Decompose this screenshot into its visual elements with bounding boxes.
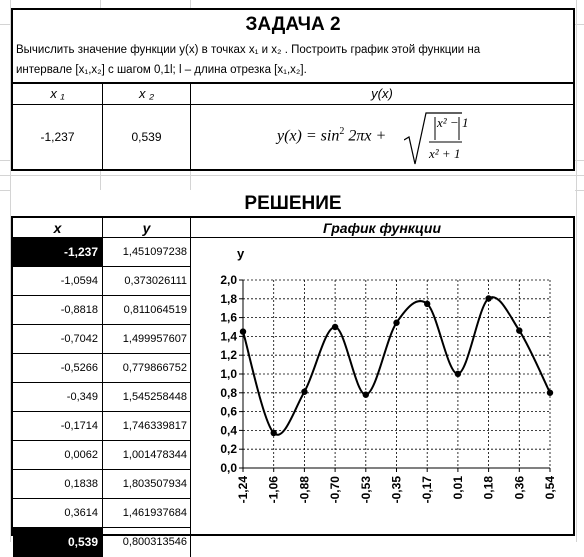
y-value-cell[interactable]: 1,001478344 — [103, 441, 191, 470]
task-title: ЗАДАЧА 2 — [245, 14, 341, 35]
x2-value[interactable]: 0,539 — [103, 104, 190, 171]
chart-column-header: График функции — [191, 218, 573, 238]
y-value-cell[interactable]: 1,451097238 — [103, 238, 191, 267]
y-value-cell[interactable]: 0,779866752 — [103, 354, 191, 383]
y-tick-label: 2,0 — [220, 273, 237, 287]
data-point — [270, 429, 277, 437]
formula-arg: 2πx + — [344, 127, 387, 145]
x-value-cell[interactable]: -0,1714 — [13, 412, 103, 441]
data-point — [239, 328, 247, 335]
x2-header: x ₂ — [103, 84, 190, 105]
x-value-cell[interactable]: -0,8818 — [13, 296, 103, 325]
data-point — [362, 391, 369, 398]
data-point — [516, 327, 523, 334]
y-tick-label: 1,2 — [220, 348, 237, 362]
x1-header: x ₁ — [13, 84, 102, 105]
data-point — [546, 389, 554, 396]
data-point — [301, 388, 308, 395]
data-point — [331, 323, 339, 331]
y-value-cell[interactable]: 1,499957607 — [103, 325, 191, 354]
x-value-cell[interactable]: -1,237 — [13, 238, 103, 267]
y-tick-label: 0,0 — [220, 461, 237, 475]
x-tick-labels: -1,24 -1,06 -0,88 -0,70 -0,53 -0,35 -0,17 0,01 0… — [236, 476, 557, 504]
chart-grid — [243, 279, 551, 468]
x-tick-label: 0,18 — [482, 476, 496, 500]
y-tick-label: 0,2 — [220, 442, 237, 456]
formula-column: y(x) y(x) = sin2 2πx + x² − 1 x² + 1 — [191, 84, 573, 171]
x-column-header: x — [13, 218, 103, 238]
x-tick-label: 0,36 — [512, 476, 526, 500]
y-tick-labels: 0,0 0,2 0,4 0,6 0,8 1,0 1,2 1,4 1,6 1,8 2,0 — [220, 273, 237, 475]
formula-numerator: x² − 1 — [437, 115, 469, 130]
x-tick-label: 0,01 — [451, 476, 465, 500]
x-value-cell[interactable]: -1,0594 — [13, 267, 103, 296]
y-value-cell[interactable]: 0,811064519 — [103, 296, 191, 325]
x-tick-label: -0,70 — [328, 476, 342, 504]
formula: y(x) = sin2 2πx + x² − 1 x² + 1 — [191, 104, 573, 171]
x2-column: x ₂ 0,539 — [103, 84, 191, 171]
x-tick-label: -1,06 — [267, 476, 281, 504]
y-axis-label: y — [237, 246, 245, 261]
x1-column: x ₁ -1,237 — [13, 84, 103, 171]
x-value-cell[interactable]: -0,7042 — [13, 325, 103, 354]
y-value-cell[interactable]: 0,800313546 — [103, 528, 191, 557]
x1-value[interactable]: -1,237 — [13, 104, 102, 171]
x-value-cell[interactable]: -0,349 — [13, 383, 103, 412]
y-tick-label: 0,6 — [220, 405, 237, 419]
x-value-cell[interactable]: 0,3614 — [13, 499, 103, 528]
chart-axes — [239, 279, 551, 472]
solution-title: РЕШЕНИЕ — [11, 190, 575, 216]
task-description-line2: интервале [x₁,x₂] с шагом 0,1l; l – длин… — [16, 64, 307, 76]
y-tick-label: 0,4 — [220, 423, 237, 437]
function-chart[interactable]: 0,00,20,40,60,81,01,21,41,61,82,0 -1,24-… — [193, 240, 573, 534]
y-column-header: y — [103, 218, 191, 238]
x-value-cell[interactable]: 0,0062 — [13, 441, 103, 470]
task-description-line1: Вычислить значение функции y(x) в точках… — [16, 44, 481, 56]
y-value-cell[interactable]: 1,746339817 — [103, 412, 191, 441]
task-description: Вычислить значение функции y(x) в точках… — [16, 40, 571, 80]
formula-lhs: y(x) = sin — [277, 127, 340, 145]
x-tick-label: -0,88 — [297, 476, 311, 504]
y-value-cell[interactable]: 1,545258448 — [103, 383, 191, 412]
x-tick-label: -0,35 — [390, 476, 404, 504]
y-tick-label: 1,0 — [220, 367, 237, 381]
y-tick-label: 1,4 — [220, 329, 237, 343]
x-tick-label: -0,17 — [420, 476, 434, 504]
data-point — [424, 300, 431, 308]
y-tick-label: 1,8 — [220, 292, 237, 306]
solution-panel: x y График функции -1,237 1,451097238 -1,0… — [11, 216, 575, 557]
x-tick-label: -0,53 — [359, 476, 373, 504]
task-panel: ЗАДАЧА 2 Вычислить значение функции y(x)… — [11, 8, 575, 171]
x-tick-label: 0,54 — [543, 476, 557, 500]
y-value-cell[interactable]: 0,373026111 — [103, 267, 191, 296]
formula-denominator: x² + 1 — [429, 146, 461, 161]
formula-header: y(x) — [191, 84, 573, 105]
x-value-cell[interactable]: 0,1838 — [13, 470, 103, 499]
x-tick-label: -1,24 — [236, 476, 250, 504]
y-tick-label: 0,8 — [220, 386, 237, 400]
x-value-cell[interactable]: -0,5266 — [13, 354, 103, 383]
y-value-cell[interactable]: 1,803507934 — [103, 470, 191, 499]
data-point — [393, 319, 400, 326]
task-table: x ₁ -1,237 x ₂ 0,539 y(x) y(x) = sin2 2π… — [13, 82, 573, 171]
y-value-cell[interactable]: 1,461937684 — [103, 499, 191, 528]
data-point — [454, 370, 462, 378]
data-point — [485, 295, 492, 302]
y-tick-label: 1,6 — [220, 311, 237, 325]
x-value-cell[interactable]: 0,539 — [13, 528, 103, 557]
